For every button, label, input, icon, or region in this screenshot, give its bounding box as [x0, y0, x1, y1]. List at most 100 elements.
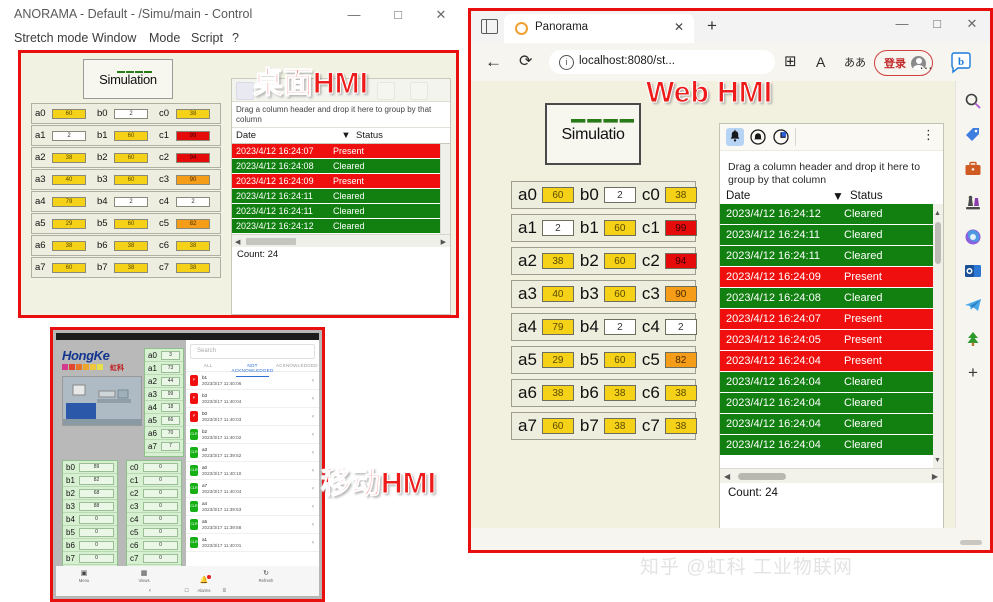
mobile-search-input[interactable]: Search	[190, 344, 315, 359]
list-item[interactable]: CLR a0 2023/3/17 11:40:10 ‹	[186, 462, 319, 480]
outlook-icon[interactable]	[963, 261, 983, 281]
tag-value[interactable]: 29	[52, 218, 86, 229]
table-row[interactable]: 2023/4/12 16:24:04 Cleared	[720, 372, 943, 393]
telegram-icon[interactable]	[963, 295, 983, 315]
search-icon[interactable]	[963, 91, 983, 111]
tag-value[interactable]: 79	[541, 319, 574, 335]
chevron-icon[interactable]: ‹	[312, 450, 314, 456]
table-row[interactable]: 2023/4/12 16:24:07 Present	[232, 144, 450, 159]
tag-value[interactable]: 0	[143, 553, 178, 563]
sysnav-recent-icon[interactable]: ≡	[223, 588, 227, 594]
copilot-icon[interactable]: b	[949, 51, 973, 75]
table-row[interactable]: 2023/4/12 16:24:12 Cleared	[720, 204, 943, 225]
tag-value[interactable]: 40	[541, 286, 574, 302]
tag-value[interactable]: 44	[161, 376, 180, 386]
tag-value[interactable]: 2	[114, 108, 148, 119]
acknowledge-alarm-icon[interactable]	[749, 128, 767, 146]
tag-value[interactable]: 0	[143, 514, 178, 524]
tag-value[interactable]: 38	[114, 262, 148, 273]
tag-value[interactable]: 38	[664, 418, 697, 434]
tag-value[interactable]: 2	[603, 319, 636, 335]
list-item[interactable]: Pb0 2023/3/17 11:40:03 ‹	[186, 408, 319, 426]
tag-value[interactable]: 82	[664, 352, 697, 368]
tag-value[interactable]: 60	[541, 187, 574, 203]
table-row[interactable]: 2023/4/12 16:24:11 Cleared	[720, 225, 943, 246]
tag-value[interactable]: 0	[143, 488, 178, 498]
tag-value[interactable]: 38	[52, 240, 86, 251]
bell-icon[interactable]	[726, 128, 744, 146]
bell-icon[interactable]	[236, 82, 254, 100]
tag-value[interactable]: 0	[79, 540, 114, 550]
chevron-icon[interactable]: ‹	[312, 414, 314, 420]
chevron-icon[interactable]: ‹	[312, 432, 314, 438]
list-item[interactable]: CLR b2 2023/3/17 11:40:02 ‹	[186, 426, 319, 444]
tag-value[interactable]: 2	[664, 319, 697, 335]
tag-value[interactable]: 0	[79, 527, 114, 537]
tag-value[interactable]: 38	[114, 240, 148, 251]
tag-value[interactable]: 2	[541, 220, 574, 236]
filter-icon[interactable]: ▼	[826, 189, 850, 203]
mobile-tab-all[interactable]: ALL	[186, 359, 230, 371]
list-item[interactable]: CLR a5 2023/3/17 11:39:58 ‹	[186, 516, 319, 534]
chevron-icon[interactable]: ‹	[312, 522, 314, 528]
tag-value[interactable]: 88	[79, 501, 114, 511]
edge-maximize-icon[interactable]: □	[928, 17, 946, 31]
tag-value[interactable]: 38	[603, 418, 636, 434]
table-row[interactable]: 2023/4/12 16:24:12 Cleared	[232, 219, 450, 234]
desktop-col-date[interactable]: Date	[236, 130, 336, 141]
chevron-icon[interactable]: ‹	[312, 486, 314, 492]
tag-value[interactable]: 38	[541, 253, 574, 269]
tag-value[interactable]: 0	[79, 553, 114, 563]
desktop-col-status[interactable]: Status	[356, 130, 383, 141]
more-options-icon[interactable]: …	[919, 56, 934, 72]
edge-close-icon[interactable]: ✕	[963, 17, 981, 31]
web-col-date[interactable]: Date	[726, 190, 826, 202]
chevron-icon[interactable]: ‹	[312, 378, 314, 384]
tag-value[interactable]: 68	[79, 488, 114, 498]
chevron-icon[interactable]: ‹	[312, 468, 314, 474]
web-alarm-hscrollbar[interactable]: ◀ ▶	[720, 468, 943, 483]
site-info-icon[interactable]: i	[559, 55, 574, 70]
tag-value[interactable]: 94	[664, 253, 697, 269]
mobile-tab-acknowledged[interactable]: ACKNOWLEDGED	[275, 359, 319, 371]
clear-alarm-icon[interactable]	[410, 82, 428, 100]
list-item[interactable]: Pb3 2023/3/17 11:40:04 ‹	[186, 390, 319, 408]
table-row[interactable]: 2023/4/12 16:24:07 Present	[720, 309, 943, 330]
menu-script[interactable]: Script	[191, 31, 223, 45]
table-row[interactable]: 2023/4/12 16:24:11 Cleared	[232, 189, 450, 204]
minimize-icon[interactable]: —	[345, 8, 363, 22]
list-item[interactable]: Pb1 2023/3/17 11:40:06 ‹	[186, 372, 319, 390]
tag-value[interactable]: 29	[541, 352, 574, 368]
tag-value[interactable]: 0	[143, 501, 178, 511]
tag-value[interactable]: 60	[114, 130, 148, 141]
tag-value[interactable]: 82	[79, 475, 114, 485]
maximize-icon[interactable]: □	[389, 8, 407, 22]
office-icon[interactable]	[963, 227, 983, 247]
table-row[interactable]: 2023/4/12 16:24:05 Present	[720, 330, 943, 351]
tag-value[interactable]: 38	[52, 152, 86, 163]
tag-value[interactable]: 0	[143, 475, 178, 485]
table-row[interactable]: 2023/4/12 16:24:08 Cleared	[232, 159, 450, 174]
tag-value[interactable]: 38	[541, 385, 574, 401]
read-aloud-icon[interactable]: A	[816, 54, 825, 70]
edge-minimize-icon[interactable]: —	[893, 17, 911, 31]
tag-value[interactable]: 0	[79, 514, 114, 524]
tag-value[interactable]: 94	[176, 152, 210, 163]
browser-tab-panorama[interactable]: Panorama ✕	[504, 14, 694, 43]
mobile-nav-views[interactable]: ▦ Views	[124, 569, 164, 583]
tag-value[interactable]: 60	[114, 174, 148, 185]
desktop-alarm-hscrollbar[interactable]: ◀ ▶	[232, 234, 450, 247]
menu-window[interactable]: Window	[92, 31, 136, 45]
table-row[interactable]: 2023/4/12 16:24:11 Cleared	[720, 246, 943, 267]
menu-mode[interactable]: Mode	[149, 31, 180, 45]
tag-value[interactable]: 60	[114, 218, 148, 229]
tag-value[interactable]: 38	[664, 187, 697, 203]
tree-icon[interactable]	[963, 329, 983, 349]
tag-value[interactable]: 38	[176, 108, 210, 119]
tab-panel-icon[interactable]	[481, 19, 498, 34]
mobile-tab-not-acknowledged[interactable]: NOT ACKNOWLEDGED	[230, 359, 274, 373]
tag-value[interactable]: 3	[161, 350, 180, 360]
chevron-icon[interactable]: ‹	[312, 396, 314, 402]
filter-icon[interactable]: ▼	[336, 130, 356, 141]
web-simulation-logo-widget[interactable]: Simulatio	[545, 103, 641, 165]
